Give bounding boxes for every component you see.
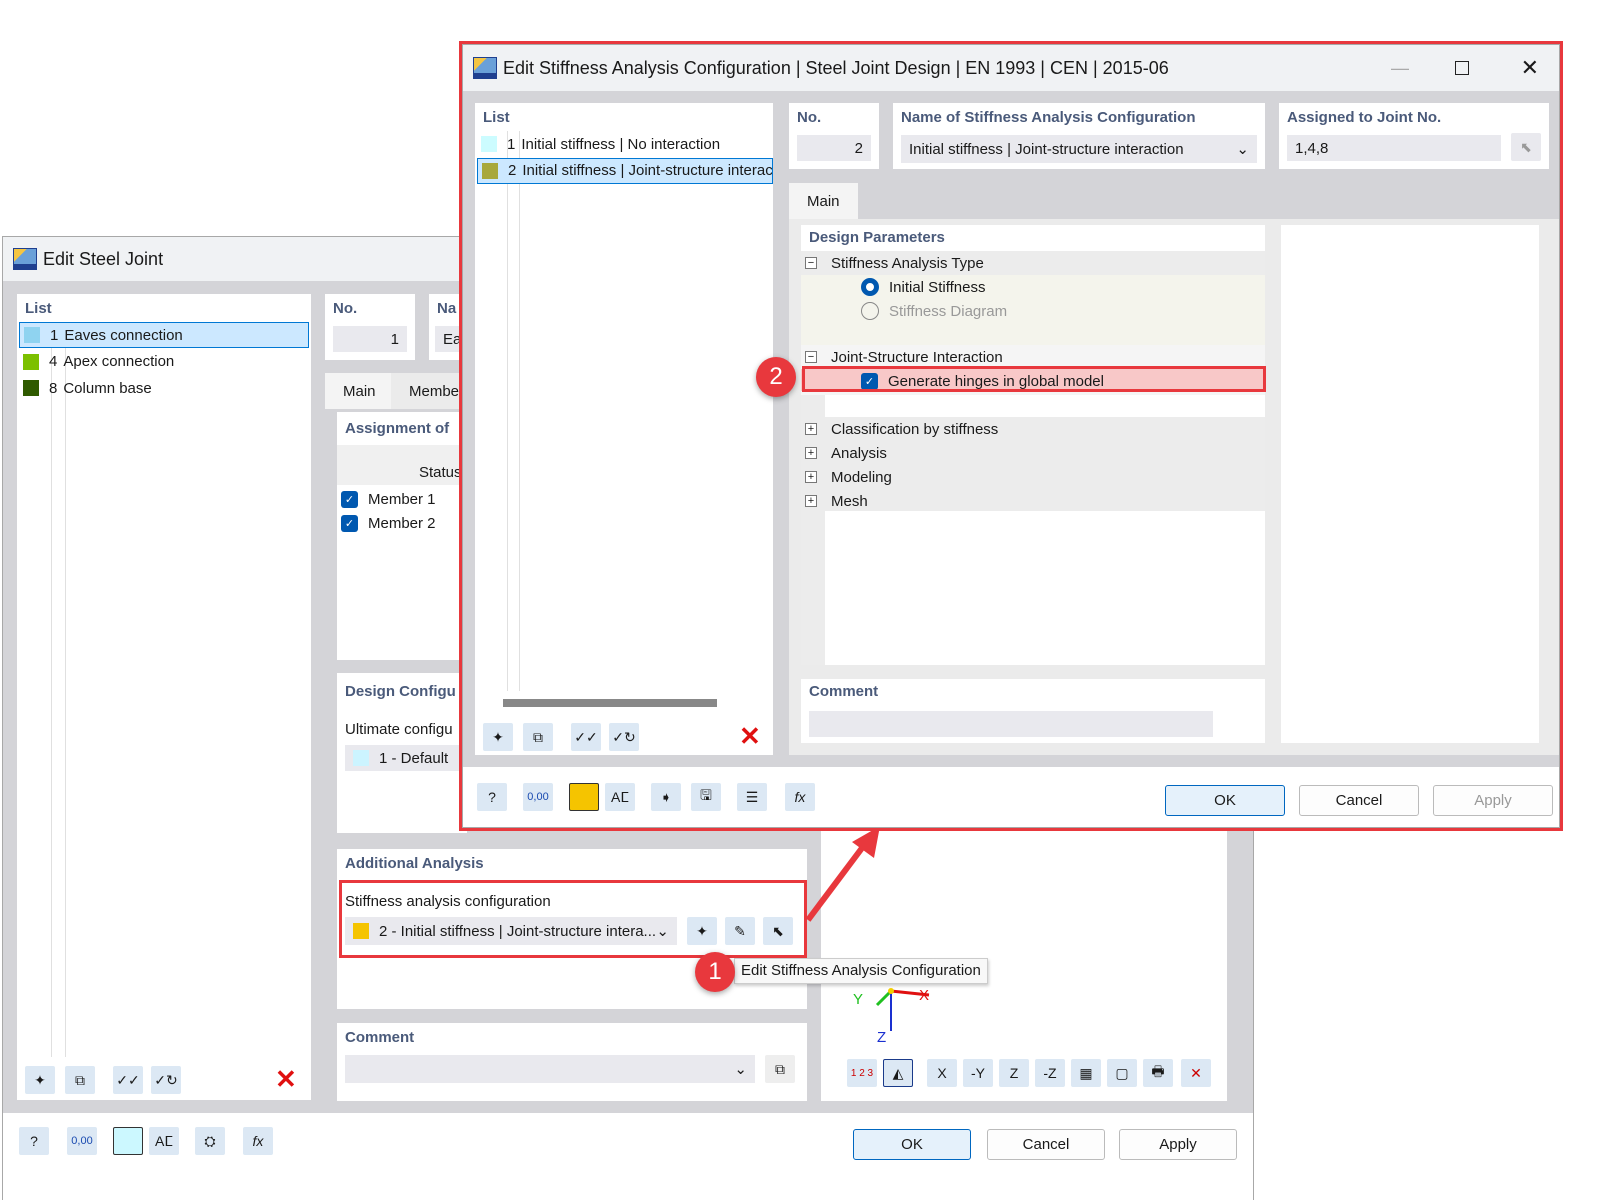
- ok-button[interactable]: OK: [853, 1129, 971, 1160]
- help-icon[interactable]: ?: [19, 1127, 49, 1155]
- status-header: Status: [419, 464, 462, 481]
- check-all-icon[interactable]: ✓✓: [113, 1066, 143, 1094]
- step-badge-1: 1: [695, 952, 735, 992]
- list-panel: List 1 Eaves connection 4 Apex connection 8 C…: [17, 294, 311, 1100]
- display-icon[interactable]: ⛭: [195, 1127, 225, 1155]
- highlight-stiffness-config: [339, 880, 807, 958]
- tab-main[interactable]: Main: [325, 373, 394, 409]
- member-row[interactable]: ✓ Member 1: [341, 486, 436, 512]
- view-minus-z-icon[interactable]: -Z: [1035, 1059, 1065, 1087]
- item-number: 4: [49, 353, 58, 370]
- name-label: Na: [437, 300, 457, 317]
- check-toggle-icon[interactable]: ✓↻: [151, 1066, 181, 1094]
- list-item[interactable]: 1 Eaves connection: [19, 322, 309, 348]
- view-settings-icon[interactable]: ◭: [883, 1059, 913, 1087]
- member-label: Member 1: [368, 490, 436, 508]
- view-minus-y-icon[interactable]: -Y: [963, 1059, 993, 1087]
- no-panel: No. 1: [325, 294, 415, 360]
- y-axis-label: Y: [853, 991, 864, 1008]
- design-config-header: Design Configu: [345, 683, 456, 700]
- ultimate-select[interactable]: 1 - Default: [345, 745, 467, 771]
- comment-input[interactable]: ⌄: [345, 1055, 755, 1083]
- highlight-hinges: [802, 366, 1266, 392]
- view-z-icon[interactable]: Z: [999, 1059, 1029, 1087]
- checkbox-checked-icon[interactable]: ✓: [341, 490, 358, 508]
- chevron-down-icon: ⌄: [734, 1061, 747, 1078]
- comment-panel: Comment ⌄ ⧉: [337, 1023, 807, 1101]
- list-item[interactable]: 4 Apex connection: [19, 349, 309, 375]
- text-style-icon[interactable]: Aⵎ: [149, 1127, 179, 1155]
- apply-button[interactable]: Apply: [1119, 1129, 1237, 1160]
- no-field[interactable]: 1: [333, 326, 407, 352]
- numbering-icon[interactable]: 1 2 3: [847, 1059, 877, 1087]
- x-axis-label: X: [919, 987, 930, 1004]
- copy-comment-icon[interactable]: ⧉: [765, 1055, 795, 1083]
- item-name: Apex connection: [63, 353, 175, 370]
- no-label: No.: [333, 300, 358, 317]
- copy-icon[interactable]: ⧉: [65, 1066, 95, 1094]
- print-icon[interactable]: 🖶: [1143, 1059, 1173, 1087]
- render-wireframe-icon[interactable]: ▢: [1107, 1059, 1137, 1087]
- comment-header: Comment: [345, 1029, 415, 1046]
- color-swatch: [23, 380, 39, 396]
- ultimate-value: 1 - Default: [379, 749, 449, 767]
- new-icon[interactable]: ✦: [25, 1066, 55, 1094]
- cancel-button[interactable]: Cancel: [987, 1129, 1105, 1160]
- member-label: Member 2: [368, 514, 436, 532]
- list-header: List: [25, 300, 52, 317]
- color-icon[interactable]: [113, 1127, 143, 1155]
- color-swatch: [23, 353, 39, 370]
- item-number: 1: [50, 326, 59, 344]
- ultimate-label: Ultimate configu: [345, 721, 453, 738]
- highlight-window: [459, 41, 1563, 831]
- additional-header: Additional Analysis: [345, 855, 484, 872]
- list-item[interactable]: 8 Column base: [19, 375, 309, 401]
- z-axis-label: Z: [877, 1029, 887, 1046]
- step-badge-2: 2: [756, 357, 796, 397]
- arrow-annotation: [805, 826, 880, 922]
- assignment-header: Assignment of: [345, 420, 450, 437]
- color-swatch: [24, 327, 40, 343]
- member-row[interactable]: ✓ Member 2: [341, 510, 436, 536]
- render-solid-icon[interactable]: ▦: [1071, 1059, 1101, 1087]
- view-x-icon[interactable]: X: [927, 1059, 957, 1087]
- units-icon[interactable]: 0,00: [67, 1127, 97, 1155]
- assignment-panel: Assignment of Status ✓ Member 1 ✓ Member 2: [337, 412, 467, 660]
- app-icon: [13, 248, 37, 270]
- checkbox-checked-icon[interactable]: ✓: [341, 514, 358, 532]
- color-swatch: [353, 750, 369, 766]
- window-title: Edit Steel Joint: [43, 248, 164, 269]
- delete-icon[interactable]: ✕: [275, 1064, 297, 1095]
- tooltip: Edit Stiffness Analysis Configuration: [734, 958, 988, 984]
- item-name: Eaves connection: [64, 326, 183, 344]
- item-name: Column base: [63, 379, 152, 397]
- item-number: 8: [49, 379, 58, 397]
- formula-icon[interactable]: fx: [243, 1127, 273, 1155]
- design-config-panel: Design Configu Ultimate configu 1 - Defa…: [337, 673, 467, 833]
- reset-view-icon[interactable]: ✕: [1181, 1059, 1211, 1087]
